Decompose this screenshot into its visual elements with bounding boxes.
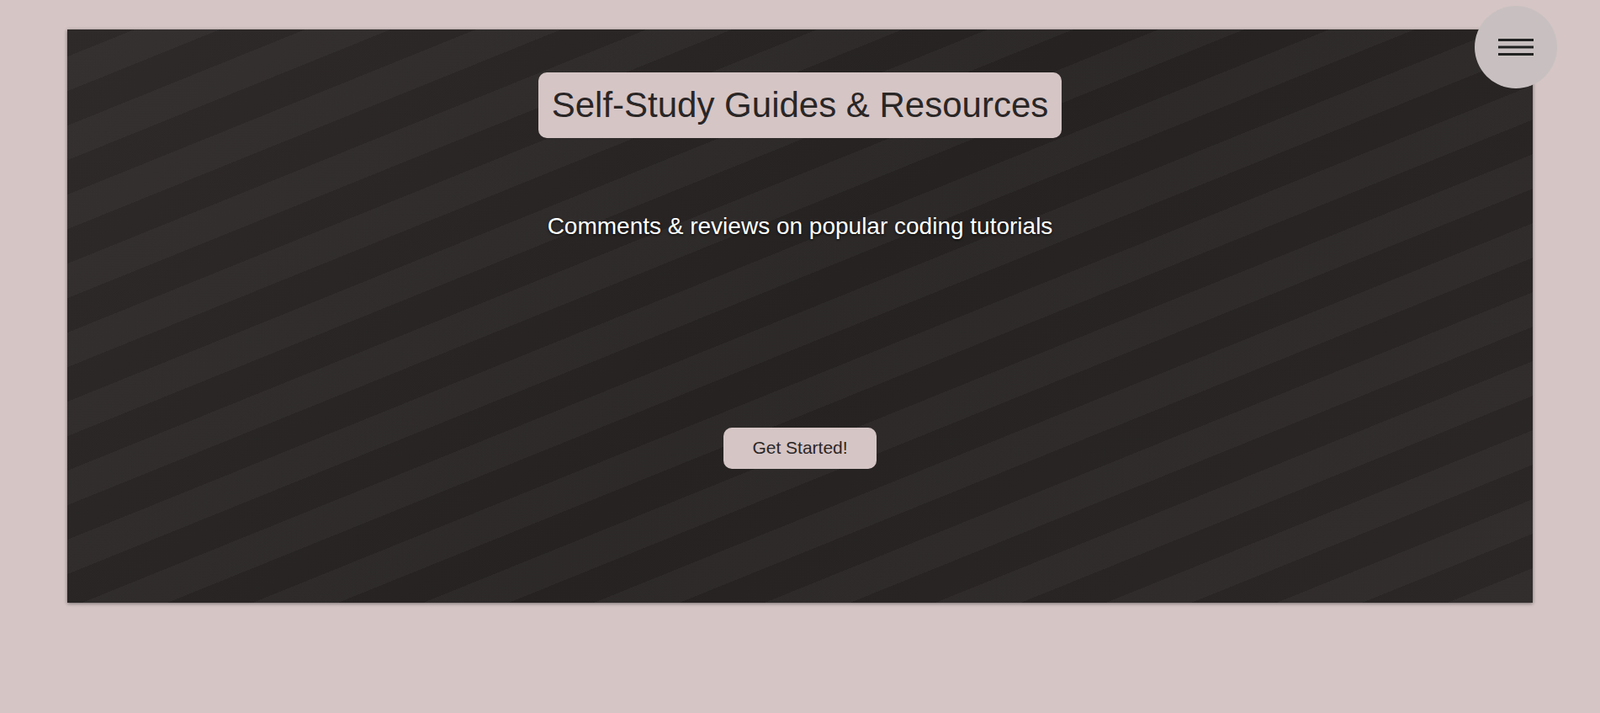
- get-started-button[interactable]: Get Started!: [723, 427, 876, 469]
- hero-subtitle: Comments & reviews on popular coding tut…: [547, 211, 1054, 241]
- page: Self-Study Guides & Resources Comments & …: [0, 0, 1600, 713]
- menu-button[interactable]: [1474, 5, 1558, 89]
- hero-content: Self-Study Guides & Resources Comments & …: [67, 29, 1533, 469]
- hamburger-icon: [1498, 37, 1534, 57]
- hero-banner: Self-Study Guides & Resources Comments & …: [67, 29, 1533, 603]
- hero-title: Self-Study Guides & Resources: [538, 72, 1063, 138]
